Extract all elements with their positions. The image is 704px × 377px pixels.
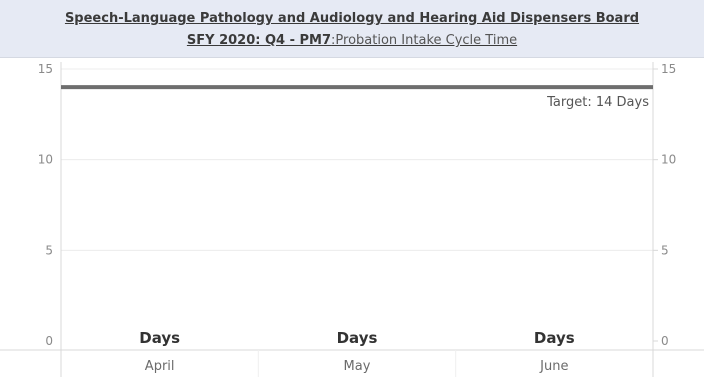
chart-plot: 0 0 5 5 10 10 15 15 Target: 14 Days April Days May D… xyxy=(0,62,704,377)
target-label: Target: 14 Days xyxy=(546,95,649,110)
x-tick-label: April xyxy=(145,359,175,374)
y-tick-label-right: 5 xyxy=(661,243,669,257)
x-tick-label: May xyxy=(344,359,371,374)
y-tick-label-left: 10 xyxy=(38,153,53,167)
data-label: Days xyxy=(534,329,575,347)
data-label: Days xyxy=(337,329,378,347)
y-tick-label-right: 0 xyxy=(661,334,669,348)
data-label: Days xyxy=(139,329,180,347)
y-tick-label-right: 10 xyxy=(661,153,676,167)
y-tick-label-left: 5 xyxy=(45,243,53,257)
y-tick-label-left: 15 xyxy=(38,62,53,76)
y-tick-label-left: 0 xyxy=(45,334,53,348)
y-tick-label-right: 15 xyxy=(661,62,676,76)
x-tick-label: June xyxy=(539,359,568,374)
